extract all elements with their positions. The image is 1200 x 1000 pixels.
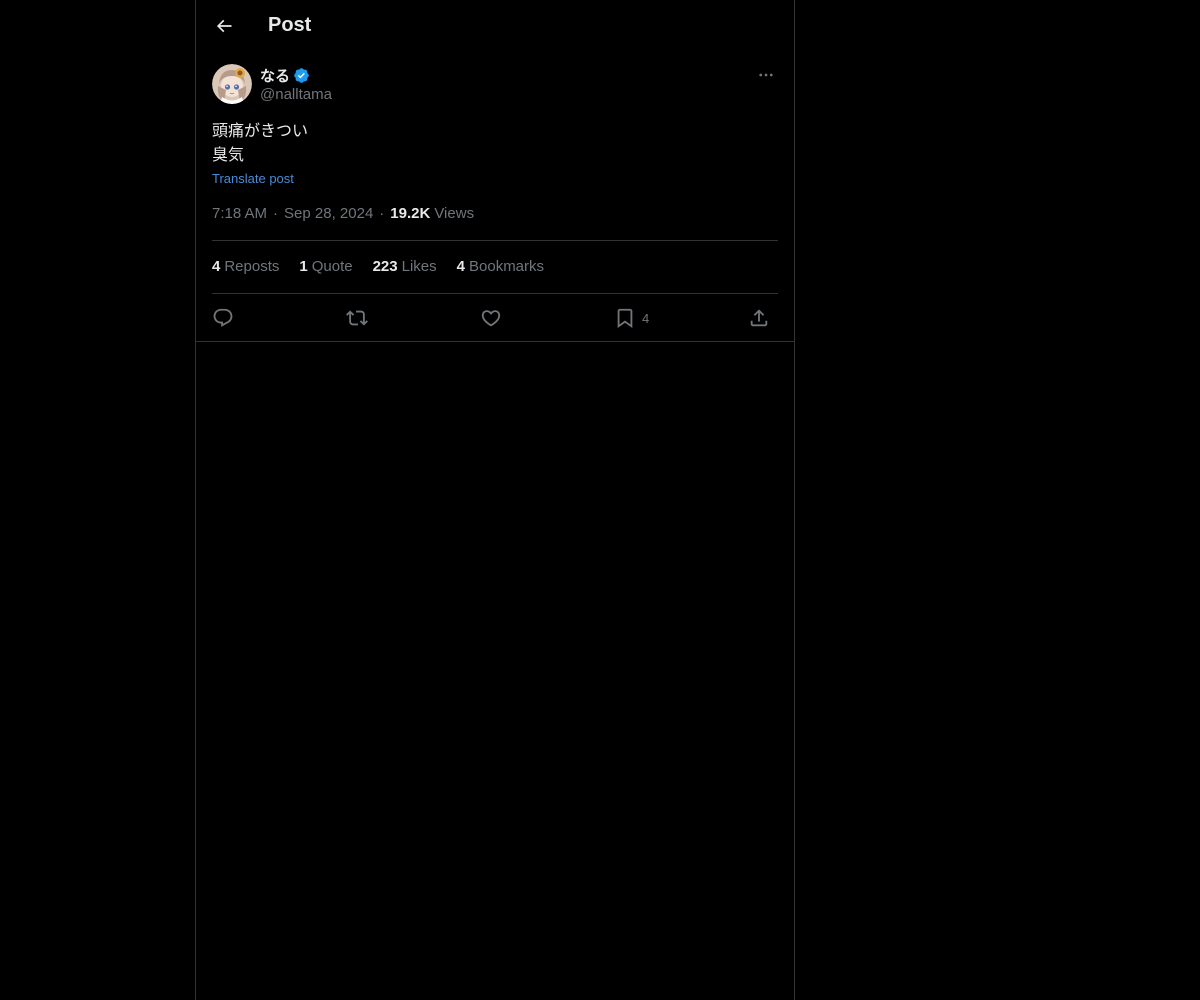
post-meta: 7:18 AM · Sep 28, 2024 · 19.2K Views bbox=[212, 205, 474, 222]
meta-separator: · bbox=[379, 205, 385, 222]
share-icon bbox=[750, 309, 768, 327]
quotes-stat[interactable]: 1 Quote bbox=[299, 258, 352, 275]
reposts-label: Reposts bbox=[224, 258, 280, 275]
quotes-count: 1 bbox=[299, 258, 308, 275]
post-text: 頭痛がきつい 臭気 bbox=[212, 119, 308, 167]
bookmark-button[interactable]: 4 bbox=[614, 304, 649, 332]
post-actions: 4 bbox=[212, 304, 778, 332]
primary-column: Post なる @nalltama 頭痛がきつい 臭気 Translate po… bbox=[195, 0, 795, 1000]
more-horizontal-icon bbox=[759, 73, 773, 77]
heart-icon bbox=[481, 310, 501, 327]
post-text-line: 臭気 bbox=[212, 145, 245, 164]
more-options-button[interactable] bbox=[754, 64, 778, 86]
likes-count: 223 bbox=[372, 258, 398, 275]
reply-icon bbox=[213, 308, 233, 327]
back-button[interactable] bbox=[208, 10, 240, 42]
post-bottom-border bbox=[196, 341, 794, 342]
divider bbox=[212, 240, 778, 241]
like-button[interactable] bbox=[480, 304, 502, 332]
post-text-line: 頭痛がきつい bbox=[212, 121, 309, 140]
post-author: なる @nalltama bbox=[212, 64, 778, 106]
repost-icon bbox=[346, 310, 368, 326]
views-label: Views bbox=[434, 205, 475, 222]
bookmarks-label: Bookmarks bbox=[469, 258, 545, 275]
likes-stat[interactable]: 223 Likes bbox=[373, 258, 437, 275]
page-header: Post bbox=[196, 0, 794, 53]
share-button[interactable] bbox=[748, 304, 770, 332]
post-stats: 4 Reposts 1 Quote 223 Likes 4 Bookmarks bbox=[212, 258, 564, 275]
reposts-count: 4 bbox=[212, 258, 221, 275]
author-display-name[interactable]: なる bbox=[260, 65, 290, 86]
bookmark-action-count: 4 bbox=[642, 310, 650, 326]
avatar[interactable] bbox=[212, 64, 252, 104]
avatar-image bbox=[212, 64, 252, 104]
post-time[interactable]: 7:18 AM bbox=[212, 205, 267, 222]
meta-separator: · bbox=[273, 205, 279, 222]
author-name-row: なる bbox=[260, 65, 310, 85]
post-date[interactable]: Sep 28, 2024 bbox=[284, 205, 373, 222]
divider bbox=[212, 293, 778, 294]
author-handle[interactable]: @nalltama bbox=[260, 86, 332, 103]
reposts-stat[interactable]: 4 Reposts bbox=[212, 258, 279, 275]
translate-post-link[interactable]: Translate post bbox=[212, 171, 294, 186]
bookmarks-stat[interactable]: 4 Bookmarks bbox=[457, 258, 544, 275]
arrow-left-icon bbox=[216, 19, 232, 33]
views-count: 19.2K bbox=[390, 205, 431, 222]
page-title: Post bbox=[268, 14, 312, 36]
bookmarks-count: 4 bbox=[456, 258, 465, 275]
bookmark-icon bbox=[617, 308, 633, 329]
likes-label: Likes bbox=[401, 258, 437, 275]
repost-button[interactable] bbox=[346, 304, 368, 332]
reply-button[interactable] bbox=[212, 304, 234, 332]
verified-badge-icon bbox=[293, 67, 310, 84]
quotes-label: Quote bbox=[311, 258, 353, 275]
